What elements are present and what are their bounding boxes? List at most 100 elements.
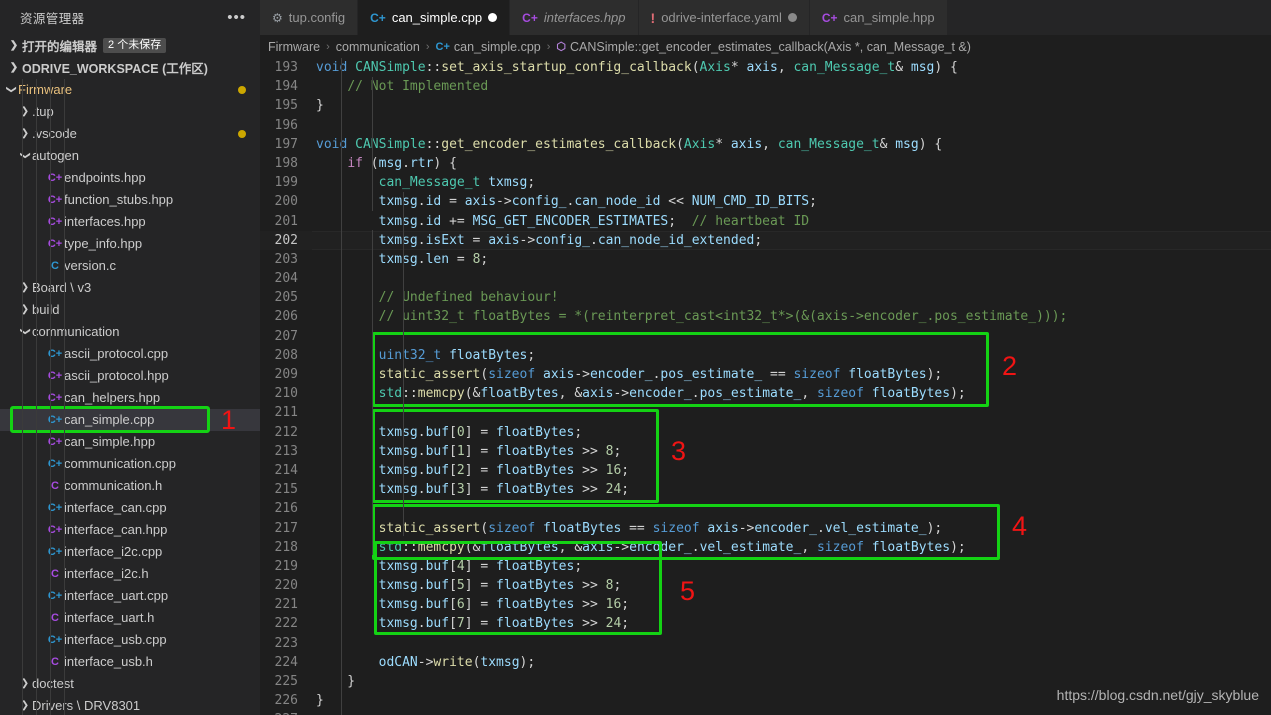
breadcrumb-item[interactable]: can_simple.cpp bbox=[454, 40, 541, 54]
cpp-file-icon: C+ bbox=[370, 10, 386, 25]
chevron-right-icon[interactable]: ❯ bbox=[18, 304, 32, 315]
file-tree-file[interactable]: C+ ascii_protocol.hpp bbox=[0, 365, 260, 387]
chevron-right-icon[interactable]: ❯ bbox=[18, 700, 32, 711]
file-tree-folder[interactable]: ❯ build bbox=[0, 299, 260, 321]
code-line: 193 void CANSimple::set_axis_startup_conf… bbox=[260, 58, 1271, 77]
file-tree-folder[interactable]: ❯ Drivers \ DRV8301 bbox=[0, 695, 260, 715]
file-tree-file[interactable]: Ccommunication.h bbox=[0, 475, 260, 497]
tab-label: can_simple.hpp bbox=[843, 10, 935, 25]
dirty-indicator-dot bbox=[238, 129, 246, 138]
indent-guide bbox=[372, 230, 373, 555]
tab-odrive-interface-yaml[interactable]: ! odrive-interface.yaml bbox=[638, 0, 810, 35]
line-number: 217 bbox=[274, 520, 298, 536]
code-line: 200 txmsg.id = axis->config_.can_node_id… bbox=[260, 192, 1271, 211]
h-file-icon: C bbox=[51, 567, 59, 580]
file-tree-file[interactable]: C+ communication.cpp bbox=[0, 453, 260, 475]
line-number: 226 bbox=[274, 693, 298, 709]
file-tree-file[interactable]: C+ ascii_protocol.cpp bbox=[0, 343, 260, 365]
chevron-down-icon: ❯ bbox=[9, 62, 19, 74]
file-tree-file[interactable]: C+ interface_uart.cpp bbox=[0, 585, 260, 607]
file-tree-file[interactable]: C+ interfaces.hpp bbox=[0, 211, 260, 233]
file-tree-folder[interactable]: ❯ doctest bbox=[0, 673, 260, 695]
file-tree-item-label: interface_uart.cpp bbox=[64, 588, 169, 604]
chevron-down-icon[interactable]: ❯ bbox=[6, 83, 17, 97]
annotation-number-1: 1 bbox=[221, 404, 237, 435]
code-line: 213 txmsg.buf[1] = floatBytes >> 8; bbox=[260, 442, 1271, 461]
file-tree-folder[interactable]: ❯ .tup bbox=[0, 101, 260, 123]
file-tree-file[interactable]: Cinterface_usb.h bbox=[0, 651, 260, 673]
file-tree-file[interactable]: Cinterface_i2c.h bbox=[0, 563, 260, 585]
file-tree-file[interactable]: Cinterface_uart.h bbox=[0, 607, 260, 629]
file-tree-file[interactable]: Cversion.c bbox=[0, 255, 260, 277]
line-number: 197 bbox=[274, 136, 298, 152]
breadcrumb-item[interactable]: communication bbox=[336, 40, 420, 54]
code-text: void CANSimple::get_encoder_estimates_ca… bbox=[316, 136, 943, 152]
code-line: 214 txmsg.buf[2] = floatBytes >> 16; bbox=[260, 461, 1271, 480]
code-line: 197 void CANSimple::get_encoder_estimates… bbox=[260, 135, 1271, 154]
file-tree-file[interactable]: C+ interface_can.hpp bbox=[0, 519, 260, 541]
hpp-file-icon: C+ bbox=[821, 10, 838, 25]
file-tree-folder[interactable]: ❯ .vscode bbox=[0, 123, 260, 145]
tab-tup-config[interactable]: ⚙ tup.config bbox=[260, 0, 359, 35]
file-tree-folder[interactable]: ❯ autogen bbox=[0, 145, 260, 167]
file-tree-item-label: Board \ v3 bbox=[32, 280, 92, 296]
file-tree-file[interactable]: C+ type_info.hpp bbox=[0, 233, 260, 255]
file-tree-folder[interactable]: ❯ Board \ v3 bbox=[0, 277, 260, 299]
line-number: 224 bbox=[274, 654, 298, 670]
explorer-sidebar: 资源管理器 ••• ❯ 打开的编辑器 2 个未保存 ❯ ODRIVE_WORKS… bbox=[0, 0, 260, 715]
cpp-file-icon: C+ bbox=[47, 545, 63, 558]
tab-interfaces-hpp[interactable]: C+ interfaces.hpp bbox=[510, 0, 639, 35]
file-tree-item-label: interfaces.hpp bbox=[64, 214, 146, 230]
tab-can-simple-cpp[interactable]: C+ can_simple.cpp bbox=[358, 0, 511, 35]
file-tree-file[interactable]: C+ function_stubs.hpp bbox=[0, 189, 260, 211]
chevron-right-icon[interactable]: ❯ bbox=[18, 282, 32, 293]
file-tree-item-label: communication.cpp bbox=[64, 456, 176, 472]
file-tree-folder[interactable]: ❯ Firmware bbox=[0, 79, 260, 101]
line-number: 225 bbox=[274, 674, 298, 689]
line-number: 215 bbox=[274, 482, 298, 498]
line-number: 195 bbox=[274, 98, 298, 114]
code-text: txmsg.len = 8; bbox=[378, 251, 489, 267]
line-number: 209 bbox=[274, 367, 298, 382]
line-number: 218 bbox=[274, 539, 298, 555]
file-tree-file[interactable]: C+ interface_i2c.cpp bbox=[0, 541, 260, 563]
line-number: 220 bbox=[274, 578, 298, 594]
file-tree-folder[interactable]: ❯ communication bbox=[0, 321, 260, 343]
breadcrumb-item[interactable]: CANSimple::get_encoder_estimates_callbac… bbox=[570, 40, 971, 54]
file-tree-item-label: autogen bbox=[32, 148, 79, 164]
chevron-right-icon[interactable]: ❯ bbox=[18, 128, 32, 139]
more-actions-icon[interactable]: ••• bbox=[227, 10, 252, 25]
chevron-right-icon[interactable]: ❯ bbox=[18, 678, 32, 689]
annotation-box-1 bbox=[10, 405, 210, 433]
breadcrumb-separator: › bbox=[546, 40, 551, 53]
file-tree-item-label: function_stubs.hpp bbox=[64, 192, 174, 208]
c-file-icon: C bbox=[51, 259, 59, 272]
chevron-right-icon[interactable]: ❯ bbox=[18, 106, 32, 117]
tab-dirty-dot[interactable] bbox=[488, 13, 498, 22]
h-file-icon: C bbox=[51, 479, 59, 492]
line-number: 221 bbox=[274, 597, 298, 613]
hpp-file-icon: C+ bbox=[47, 391, 63, 404]
line-number: 193 bbox=[274, 60, 298, 75]
file-tree-file[interactable]: C+ endpoints.hpp bbox=[0, 167, 260, 189]
open-editors-section[interactable]: ❯ 打开的编辑器 2 个未保存 bbox=[0, 35, 260, 57]
file-tree-file[interactable]: C+ interface_usb.cpp bbox=[0, 629, 260, 651]
workspace-section[interactable]: ❯ ODRIVE_WORKSPACE (工作区) bbox=[0, 57, 260, 79]
code-text: txmsg.buf[4] = floatBytes; bbox=[378, 558, 583, 574]
code-line: 202 txmsg.isExt = axis->config_.can_node… bbox=[260, 230, 1271, 251]
tree-indent-guide bbox=[50, 79, 51, 715]
breadcrumb-item[interactable]: Firmware bbox=[268, 40, 320, 54]
code-editor[interactable]: 193 void CANSimple::set_axis_startup_conf… bbox=[260, 58, 1271, 715]
code-text: odCAN->write(txmsg); bbox=[378, 654, 536, 670]
tab-dirty-dot[interactable] bbox=[787, 13, 797, 22]
file-tree-file[interactable]: C+ interface_can.cpp bbox=[0, 497, 260, 519]
cpp-file-icon: C+ bbox=[435, 40, 450, 53]
file-tree-item-label: type_info.hpp bbox=[64, 236, 143, 252]
tab-label: can_simple.cpp bbox=[391, 10, 483, 25]
code-line: 227 bbox=[260, 710, 1271, 715]
yaml-file-icon: ! bbox=[650, 9, 656, 26]
tree-indent-guide bbox=[64, 79, 65, 715]
h-file-icon: C bbox=[51, 655, 59, 668]
tab-can-simple-hpp[interactable]: C+ can_simple.hpp bbox=[809, 0, 948, 35]
